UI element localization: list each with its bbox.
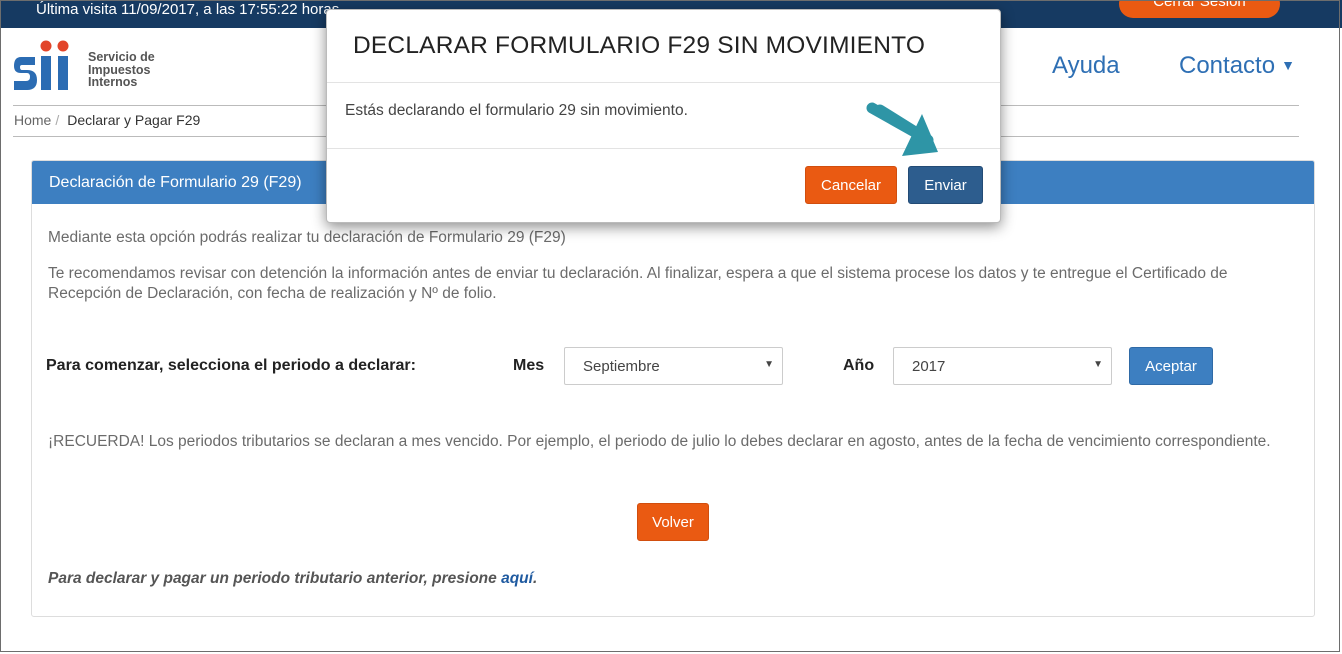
breadcrumb-current: Declarar y Pagar F29 bbox=[67, 112, 201, 128]
year-select-value: 2017 bbox=[912, 358, 946, 375]
previous-period-end: . bbox=[532, 570, 538, 587]
previous-period-text: Para declarar y pagar un periodo tributa… bbox=[48, 570, 537, 588]
month-select-value: Septiembre bbox=[583, 358, 660, 375]
recommendation-text: Te recomendamos revisar con detención la… bbox=[48, 265, 1228, 302]
previous-period-label: Para declarar y pagar un periodo tributa… bbox=[48, 570, 497, 587]
panel-title: Declaración de Formulario 29 (F29) bbox=[49, 174, 302, 191]
nav-contacto[interactable]: Contacto ▼ bbox=[1179, 52, 1295, 80]
year-label: Año bbox=[843, 357, 875, 374]
cancel-button[interactable]: Cancelar bbox=[805, 166, 897, 204]
select-arrow-icon: ▼ bbox=[1093, 359, 1103, 370]
breadcrumb-separator: / bbox=[55, 112, 60, 128]
modal-body-text: Estás declarando el formulario 29 sin mo… bbox=[345, 102, 688, 119]
month-select[interactable]: Septiembre ▼ bbox=[564, 347, 783, 385]
modal-title: DECLARAR FORMULARIO F29 SIN MOVIMIENTO bbox=[353, 32, 926, 59]
month-label: Mes bbox=[513, 357, 545, 374]
breadcrumb-home[interactable]: Home bbox=[14, 112, 51, 128]
nav-ayuda[interactable]: Ayuda bbox=[1052, 52, 1120, 80]
chevron-down-icon: ▼ bbox=[1281, 57, 1295, 73]
logo-text: Servicio de Impuestos Internos bbox=[88, 50, 155, 89]
sii-logo[interactable] bbox=[13, 40, 75, 94]
accept-button[interactable]: Aceptar bbox=[1129, 347, 1213, 385]
logout-button[interactable]: Cerrar Sesión bbox=[1119, 0, 1280, 18]
breadcrumb: Home / Declarar y Pagar F29 bbox=[14, 112, 200, 128]
reminder-text: ¡RECUERDA! Los periodos tributarios se d… bbox=[48, 433, 1271, 450]
intro-text: Mediante esta opción podrás realizar tu … bbox=[48, 229, 566, 246]
last-visit-text: Última visita 11/09/2017, a las 17:55:22… bbox=[36, 1, 340, 18]
year-select[interactable]: 2017 ▼ bbox=[893, 347, 1112, 385]
back-button[interactable]: Volver bbox=[637, 503, 709, 541]
previous-period-link[interactable]: aquí bbox=[501, 570, 533, 587]
nav-contacto-label: Contacto bbox=[1179, 52, 1276, 79]
pointer-arrow-icon bbox=[866, 102, 938, 156]
send-button[interactable]: Enviar bbox=[908, 166, 983, 204]
select-arrow-icon: ▼ bbox=[764, 359, 774, 370]
period-label: Para comenzar, selecciona el periodo a d… bbox=[46, 357, 416, 374]
modal-header-divider bbox=[327, 82, 1000, 83]
